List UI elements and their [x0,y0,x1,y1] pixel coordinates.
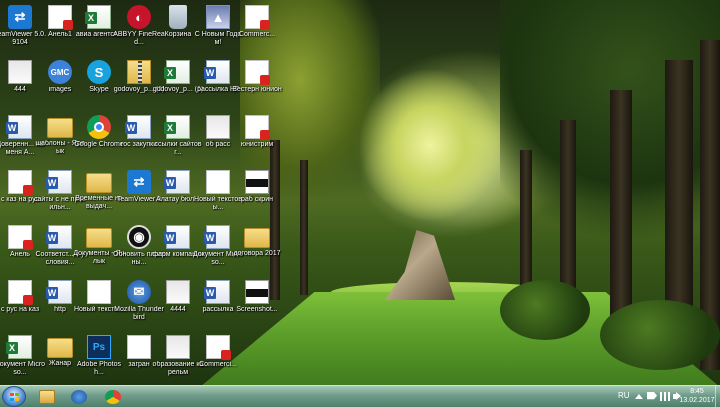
text-document-icon [206,170,230,194]
abbyy-finereader-icon: ◐ [127,5,151,29]
folder-icon [244,228,270,248]
folder-shortcut-icon [47,118,73,138]
word-document-icon [46,225,72,249]
clock-time: 8:45 [690,388,704,395]
pdf-document-icon [245,60,270,85]
icon-glyph: Ps [92,341,106,353]
pdf-document-icon [206,335,231,360]
desktop-icon-label: договора 2017 [233,250,281,257]
icon-glyph: GMC [50,67,70,77]
word-document-icon [46,280,72,304]
desktop-icon-label: Screenshot... [236,306,278,313]
document-file-icon [127,335,151,359]
word-document-icon [204,225,230,249]
update-plugins-icon: ◉ [127,225,151,249]
excel-document-icon [85,5,111,29]
folder-shortcut-icon [86,228,112,248]
desktop-icon[interactable]: Commerc... [232,2,282,56]
action-center-flag-icon[interactable] [647,392,657,400]
folder-icon [47,338,73,358]
image-file-icon [8,60,32,84]
icon-glyph: ▲ [211,9,225,25]
teamviewer-icon: ⇄ [127,170,151,194]
photoshop-icon: Ps [87,335,111,359]
taskbar: RU 8:45 13.02.2017 [0,385,720,407]
folder-shortcut-icon [86,173,112,193]
desktop-icon-label: Commerci... [199,361,237,368]
word-document-icon [204,280,230,304]
icon-glyph: ◉ [133,229,145,244]
desktop-icon[interactable]: договора 2017 [232,222,282,276]
taskbar-chrome-button[interactable] [98,387,128,406]
chrome-icon [105,389,121,404]
desktop-icon[interactable]: раб скрин [232,167,282,221]
excel-document-icon [164,115,190,139]
screenshot-file-icon [245,280,269,304]
image-file-icon [206,115,230,139]
word-document-icon [164,225,190,249]
desktop-icon-label: юнистрим [240,141,274,148]
chrome-icon [87,115,111,139]
desktop-icon-label: Commerc... [238,31,276,38]
desktop-icon[interactable]: Screenshot... [232,277,282,331]
desktop-icon-grid: ⇄TeamViewer 5.0.9104Анель1авиа агентст..… [0,0,720,385]
show-hidden-icons-icon[interactable] [634,392,644,401]
pdf-document-icon [8,280,33,305]
archive-file-icon [127,60,151,84]
excel-document-icon [164,60,190,84]
word-document-icon [125,115,151,139]
thunderbird-icon [71,389,87,404]
desktop-icon-label: Вестерн юнион [232,86,282,93]
taskbar-thunderbird-button[interactable] [64,387,94,406]
image-file-icon [166,280,190,304]
pdf-document-icon [48,5,73,30]
desktop-icon[interactable]: юнистрим [232,112,282,166]
images-icon: GMC [48,60,72,84]
desktop-icon[interactable]: Commerci... [193,332,243,386]
clock[interactable]: 8:45 13.02.2017 [678,387,716,405]
image-file-icon [166,335,190,359]
thunderbird-icon: ✉ [127,280,151,304]
excel-document-icon [6,335,32,359]
video-file-icon: ▲ [206,5,230,29]
show-desktop-button[interactable] [715,386,720,407]
icon-glyph: S [94,64,104,80]
start-button[interactable] [2,386,26,407]
word-document-icon [204,60,230,84]
desktop-icon[interactable]: Вестерн юнион [232,57,282,111]
pdf-document-icon [8,225,33,250]
pdf-document-icon [245,115,270,140]
text-document-icon [87,280,111,304]
word-document-icon [164,170,190,194]
icon-glyph: ◐ [135,9,143,25]
clock-date: 13.02.2017 [679,397,715,404]
screenshot-file-icon [245,170,269,194]
taskbar-explorer-button[interactable] [32,387,62,406]
recycle-bin-icon [169,5,187,29]
word-document-icon [6,115,32,139]
desktop-icon-label: раб скрин [241,196,273,203]
icon-glyph: ⇄ [133,174,145,189]
language-indicator[interactable]: RU [618,391,630,400]
network-icon[interactable] [660,392,670,401]
word-document-icon [46,170,72,194]
teamviewer-icon: ⇄ [8,5,32,29]
icon-glyph: ⇄ [14,9,26,24]
pdf-document-icon [245,5,270,30]
skype-icon: S [87,60,111,84]
explorer-icon [39,389,55,404]
pdf-document-icon [8,170,33,195]
icon-glyph: ✉ [133,284,145,299]
